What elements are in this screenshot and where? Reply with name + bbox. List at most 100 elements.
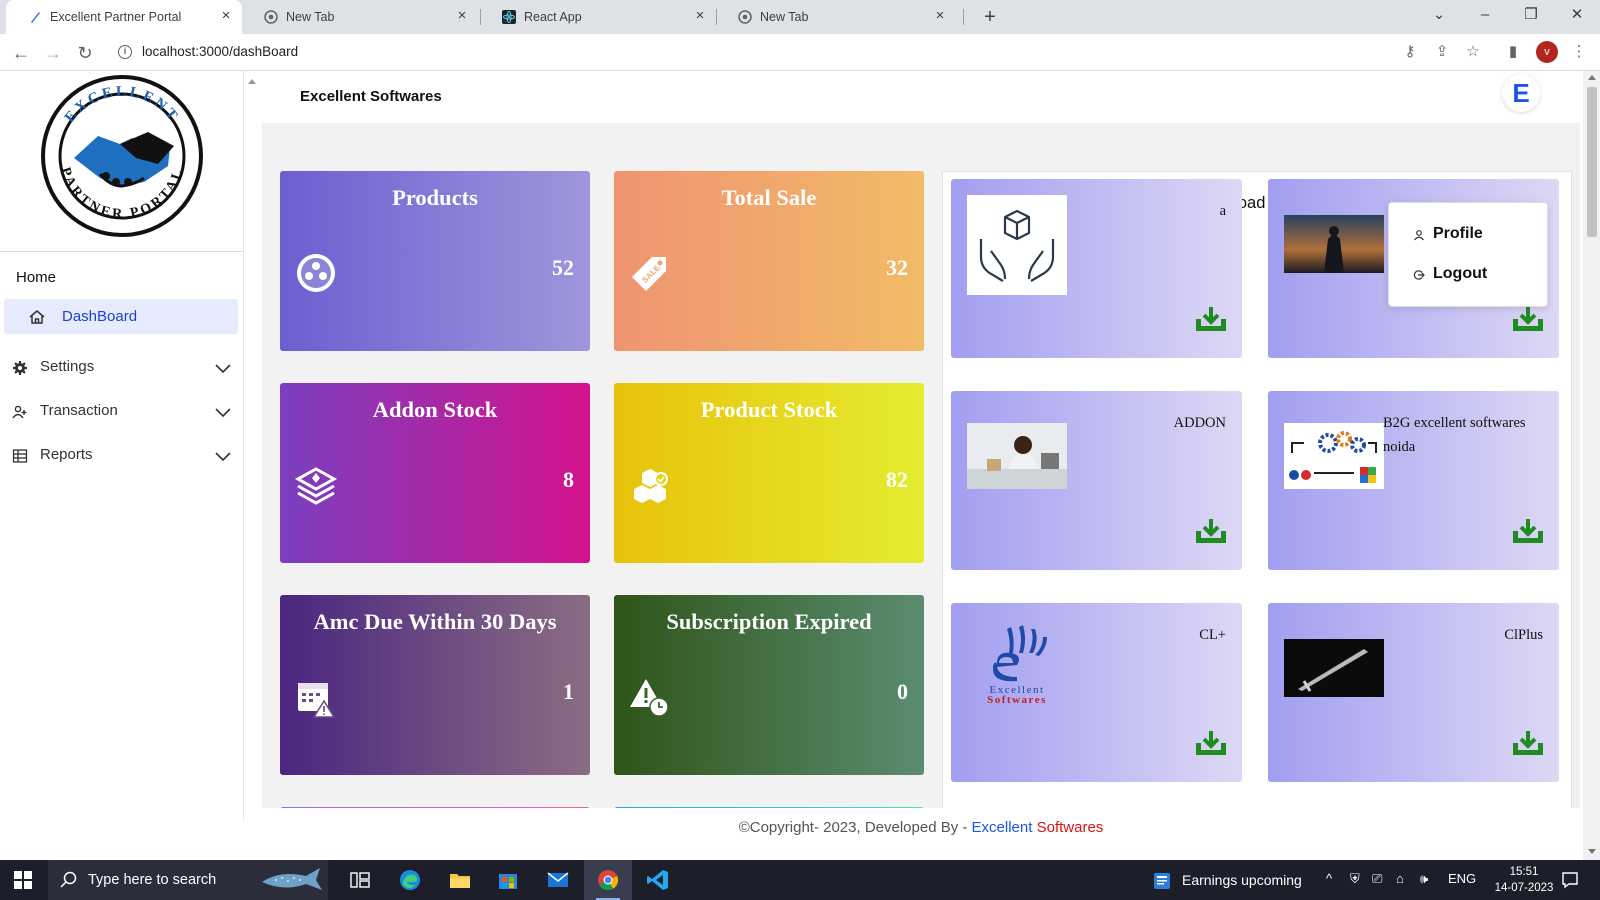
menu-item-label: Logout <box>1433 265 1488 282</box>
tab-search-button[interactable]: ⌄ <box>1416 0 1462 30</box>
tray-volume-icon[interactable]: 🕪 <box>1420 871 1428 887</box>
office-woman-thumbnail <box>967 423 1067 489</box>
logout-icon <box>1413 270 1425 280</box>
back-button[interactable]: ← <box>8 40 34 66</box>
tray-security-icon[interactable]: ⛨ <box>1350 871 1360 887</box>
minimize-button[interactable]: – <box>1462 0 1508 30</box>
menu-item-logout[interactable]: Logout <box>1413 263 1533 287</box>
download-icon[interactable] <box>1511 729 1545 757</box>
whale-shark-highlight-icon <box>262 868 322 890</box>
taskbar-mail[interactable] <box>534 860 582 900</box>
user-icon <box>1414 230 1424 241</box>
tray-overflow-chevron-icon[interactable]: ^ <box>1326 871 1332 886</box>
taskbar-file-explorer[interactable] <box>436 860 484 900</box>
browser-tab-react-app[interactable]: React App × <box>480 0 716 34</box>
news-widget-text[interactable]: Earnings upcoming <box>1182 872 1302 888</box>
stat-card-amc-due[interactable]: Amc Due Within 30 Days 1 <box>280 595 590 775</box>
bookmark-star-icon[interactable]: ☆ <box>1463 42 1483 62</box>
download-icon[interactable] <box>1511 517 1545 545</box>
download-card-cl-plus[interactable]: Excellent Softwares CL+ <box>951 603 1242 782</box>
tray-network-icon[interactable]: ⎚ <box>1372 871 1382 887</box>
taskbar-vscode[interactable] <box>634 860 682 900</box>
tab-label: New Tab <box>286 10 335 24</box>
stat-title: Addon Stock <box>372 397 498 422</box>
browser-menu-icon[interactable]: ⋮ <box>1569 42 1589 62</box>
download-card-clplus[interactable]: ClPlus <box>1268 603 1559 782</box>
stat-card-addon-stock[interactable]: Addon Stock 8 <box>280 383 590 563</box>
edge-icon <box>400 870 420 890</box>
share-icon[interactable]: ⇪ <box>1432 42 1452 62</box>
react-favicon-icon <box>502 10 516 24</box>
stat-card-products[interactable]: Products 52 <box>280 171 590 351</box>
stat-card-product-stock[interactable]: Product Stock 82 <box>614 383 924 563</box>
profile-avatar[interactable]: v <box>1536 41 1558 63</box>
browser-tab-new-tab-2[interactable]: New Tab × <box>716 0 956 34</box>
url-text[interactable]: localhost:3000/dashBoard <box>142 44 298 59</box>
download-icon[interactable] <box>1511 305 1545 333</box>
side-panel-icon[interactable]: ▮ <box>1503 42 1523 62</box>
taskbar-clock[interactable]: 15:51 14-07-2023 <box>1488 864 1560 896</box>
page-scrollbar[interactable] <box>1583 71 1600 860</box>
input-language-indicator[interactable]: ENG <box>1448 871 1476 886</box>
download-card-b2g[interactable]: B2G excellent softwares noida <box>1268 391 1559 570</box>
brand-title: Excellent Softwares <box>300 88 442 105</box>
menu-item-profile[interactable]: Profile <box>1413 223 1533 247</box>
site-info-icon[interactable]: i <box>118 45 132 59</box>
taskbar-edge[interactable] <box>386 860 434 900</box>
sidebar-item-transaction[interactable]: Transaction <box>0 391 244 431</box>
download-icon[interactable] <box>1194 517 1228 545</box>
close-window-button[interactable]: ✕ <box>1554 0 1600 30</box>
scrollbar-thumb[interactable] <box>1587 87 1597 237</box>
sidebar-item-dashboard[interactable]: DashBoard <box>4 299 238 334</box>
download-icon[interactable] <box>1194 305 1228 333</box>
user-add-icon <box>12 405 27 419</box>
stat-value: 8 <box>563 467 574 492</box>
close-tab-icon[interactable]: × <box>932 8 948 24</box>
page-viewport: EXCELLENT PARTNER PORTAL Home DashBoard … <box>0 71 1600 860</box>
address-bar[interactable]: i localhost:3000/dashBoard <box>110 38 1560 67</box>
sidebar-item-settings[interactable]: Settings <box>0 347 244 387</box>
scroll-up-arrow[interactable] <box>1588 75 1596 80</box>
tray-wifi-icon[interactable]: ⌂ <box>1396 871 1404 886</box>
stat-card-total-sale[interactable]: Total Sale SALE 32 <box>614 171 924 351</box>
notification-center-icon[interactable] <box>1560 870 1580 890</box>
developer-link-excellent[interactable]: Excellent <box>972 819 1033 836</box>
restore-button[interactable]: ❐ <box>1508 0 1554 30</box>
forward-button[interactable]: → <box>40 40 66 66</box>
reload-button[interactable]: ↻ <box>72 40 98 66</box>
chrome-icon <box>598 870 619 891</box>
close-tab-icon[interactable]: × <box>218 8 234 24</box>
sidebar-home-label[interactable]: Home <box>16 269 56 286</box>
sidebar-divider <box>0 251 244 252</box>
developer-link-softwares[interactable]: Softwares <box>1037 819 1104 836</box>
browser-tab-strip: Excellent Partner Portal × New Tab × Rea… <box>0 0 1600 34</box>
tab-label: New Tab <box>760 10 809 24</box>
download-card-name: ADDON <box>1173 415 1226 431</box>
excellent-softwares-logo-thumbnail: ExcellentSoftwares <box>987 625 1047 706</box>
close-tab-icon[interactable]: × <box>692 8 708 24</box>
sidebar-item-label: DashBoard <box>62 308 138 325</box>
browser-tab-new-tab-1[interactable]: New Tab × <box>242 0 478 34</box>
taskbar-search-box[interactable]: Type here to search <box>48 860 328 900</box>
taskbar-microsoft-store[interactable] <box>484 860 532 900</box>
gear-icon <box>13 361 27 375</box>
sidebar-item-reports[interactable]: Reports <box>0 435 244 475</box>
news-widget-icon[interactable] <box>1152 871 1172 891</box>
password-key-icon[interactable]: ⚷ <box>1400 42 1420 62</box>
scroll-down-arrow[interactable] <box>1588 849 1596 854</box>
new-tab-button[interactable]: + <box>978 5 1002 29</box>
download-icon[interactable] <box>1194 729 1228 757</box>
windows-start-icon[interactable] <box>14 871 32 889</box>
stat-card-subscription-expired[interactable]: Subscription Expired 0 <box>614 595 924 775</box>
browser-tab-excellent-partner-portal[interactable]: Excellent Partner Portal × <box>6 0 242 34</box>
taskbar-chrome[interactable] <box>584 860 632 900</box>
download-card-addon[interactable]: ADDON <box>951 391 1242 570</box>
copyright-text: ©Copyright- 2023, Developed By - Excelle… <box>262 819 1580 836</box>
sidebar-scroll-up-arrow[interactable] <box>248 79 256 84</box>
download-card-a[interactable]: a <box>951 179 1242 358</box>
user-avatar-button[interactable]: E <box>1502 74 1540 112</box>
sidebar-item-label: Transaction <box>40 402 118 419</box>
task-view-button[interactable] <box>336 860 384 900</box>
close-tab-icon[interactable]: × <box>454 8 470 24</box>
chevron-down-icon <box>215 364 231 374</box>
